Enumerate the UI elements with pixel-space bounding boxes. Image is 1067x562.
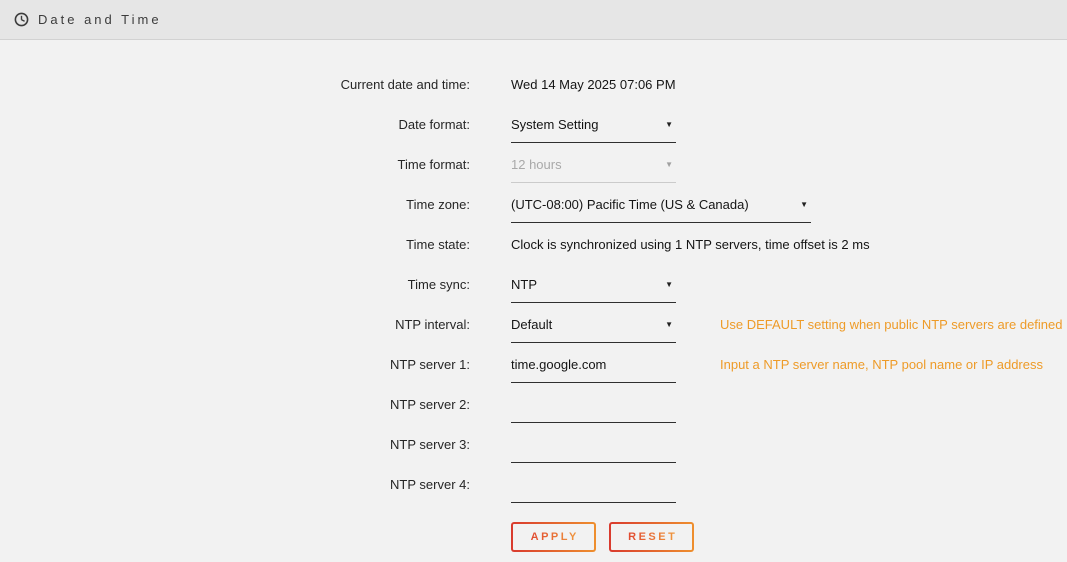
reset-button[interactable]: RESET [609,522,694,552]
ntp-server-hint: Input a NTP server name, NTP pool name o… [720,357,1043,373]
page-title: Date and Time [38,12,162,27]
time-sync-select[interactable]: NTP ▼ [511,277,676,303]
ntp-interval-select[interactable]: Default ▼ [511,317,676,343]
select-value: Default [511,317,552,333]
chevron-down-icon: ▼ [665,277,676,293]
select-value: (UTC-08:00) Pacific Time (US & Canada) [511,197,749,213]
field-label: Date format: [0,117,470,133]
select-value: System Setting [511,117,598,133]
clock-icon [14,12,29,27]
form-row-current-datetime: Current date and time: Wed 14 May 2025 0… [0,77,1067,117]
field-label: NTP server 3: [0,437,470,453]
reset-button-label: RESET [626,531,678,543]
select-value: 12 hours [511,157,562,173]
form-row-ntp-server-3: NTP server 3: [0,437,1067,477]
apply-button-face: APPLY [513,524,594,550]
form-row-time-format: Time format: 12 hours ▼ [0,157,1067,197]
apply-button[interactable]: APPLY [511,522,596,552]
field-label: NTP server 2: [0,397,470,413]
ntp-server-3-input[interactable] [511,437,676,463]
field-label: Time sync: [0,277,470,293]
field-label: Time zone: [0,197,470,213]
form-actions: APPLY RESET [511,522,1067,552]
ntp-server-4-input[interactable] [511,477,676,503]
chevron-down-icon: ▼ [665,117,676,133]
chevron-down-icon: ▼ [800,197,811,213]
time-state-value: Clock is synchronized using 1 NTP server… [511,237,870,253]
form-row-time-state: Time state: Clock is synchronized using … [0,237,1067,277]
field-label: Time state: [0,237,470,253]
field-label: NTP server 4: [0,477,470,493]
field-label: NTP server 1: [0,357,470,373]
date-format-select[interactable]: System Setting ▼ [511,117,676,143]
ntp-server-1-input[interactable] [511,357,676,383]
ntp-interval-hint: Use DEFAULT setting when public NTP serv… [720,317,1063,333]
select-value: NTP [511,277,537,293]
field-label: Current date and time: [0,77,470,93]
apply-button-label: APPLY [528,531,579,543]
time-format-select: 12 hours ▼ [511,157,676,183]
field-label: Time format: [0,157,470,173]
form-row-ntp-interval: NTP interval: Default ▼ Use DEFAULT sett… [0,317,1067,357]
form-row-ntp-server-4: NTP server 4: [0,477,1067,517]
field-label: NTP interval: [0,317,470,333]
page-header: Date and Time [0,0,1067,40]
form-row-date-format: Date format: System Setting ▼ [0,117,1067,157]
form-row-ntp-server-2: NTP server 2: [0,397,1067,437]
datetime-form: Current date and time: Wed 14 May 2025 0… [0,40,1067,552]
current-datetime-value: Wed 14 May 2025 07:06 PM [511,77,676,93]
form-row-time-sync: Time sync: NTP ▼ [0,277,1067,317]
time-zone-select[interactable]: (UTC-08:00) Pacific Time (US & Canada) ▼ [511,197,811,223]
ntp-server-2-input[interactable] [511,397,676,423]
chevron-down-icon: ▼ [665,157,676,173]
form-row-time-zone: Time zone: (UTC-08:00) Pacific Time (US … [0,197,1067,237]
chevron-down-icon: ▼ [665,317,676,333]
reset-button-face: RESET [611,524,692,550]
form-row-ntp-server-1: NTP server 1: Input a NTP server name, N… [0,357,1067,397]
